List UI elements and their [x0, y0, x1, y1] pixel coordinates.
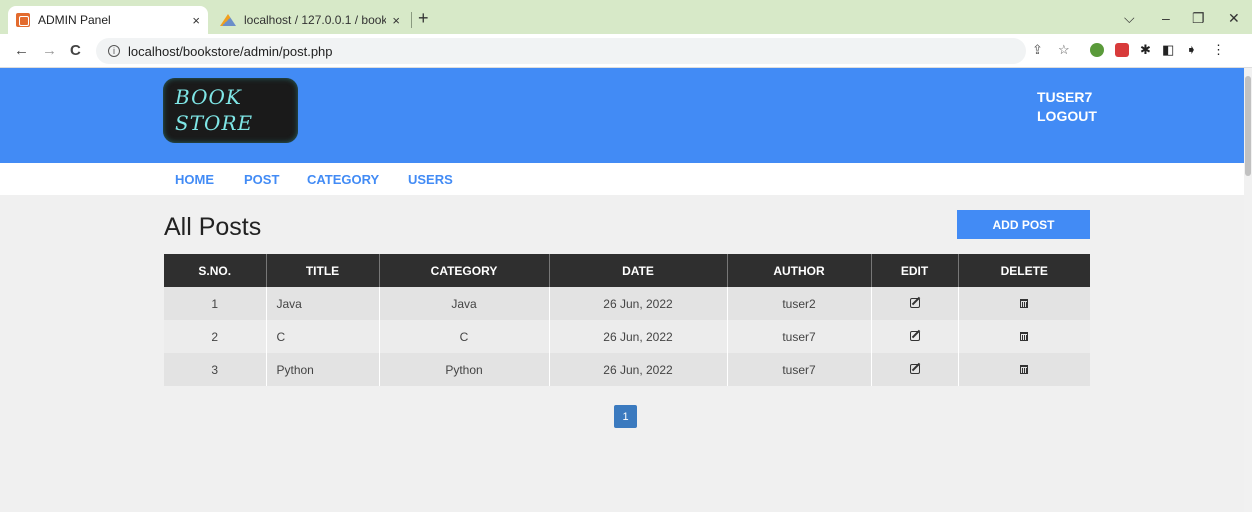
user-menu: TUSER7 LOGOUT	[1037, 88, 1097, 126]
table-row: 1 Java Java 26 Jun, 2022 tuser2	[164, 287, 1090, 320]
cell-sno: 3	[164, 353, 267, 386]
logo-line-2: STORE	[175, 111, 254, 135]
reload-button[interactable]: C	[70, 42, 81, 59]
table-row: 2 C C 26 Jun, 2022 tuser7	[164, 320, 1090, 353]
tab-divider	[411, 12, 412, 28]
phpmyadmin-favicon-icon	[220, 14, 236, 26]
extension-shield-icon[interactable]	[1115, 43, 1129, 57]
page-title: All Posts	[164, 213, 262, 241]
menu-kebab-icon[interactable]: ⋮	[1212, 42, 1225, 58]
cell-edit	[871, 320, 959, 353]
scrollbar-thumb[interactable]	[1245, 76, 1251, 176]
edit-icon[interactable]	[909, 297, 920, 308]
cell-delete	[958, 287, 1090, 320]
trash-icon[interactable]	[1020, 331, 1029, 341]
cell-category: C	[379, 320, 550, 353]
column-header-author: AUTHOR	[727, 254, 872, 287]
browser-tab-bar: ADMIN Panel × localhost / 127.0.0.1 / bo…	[0, 0, 1252, 34]
bookmark-star-icon[interactable]: ☆	[1058, 42, 1070, 58]
menu-item-post[interactable]: POST	[244, 172, 279, 187]
trash-icon[interactable]	[1020, 364, 1029, 374]
tab-close-icon[interactable]: ×	[392, 13, 400, 28]
add-post-button[interactable]: ADD POST	[957, 210, 1090, 239]
share-icon[interactable]: ⇪	[1032, 42, 1043, 58]
cell-sno: 1	[164, 287, 267, 320]
address-bar: ← → C i localhost/bookstore/admin/post.p…	[0, 34, 1252, 68]
cell-author: tuser2	[727, 287, 872, 320]
cell-title: Java	[266, 287, 380, 320]
extensions-puzzle-icon[interactable]: ✱	[1140, 42, 1151, 58]
cell-category: Python	[379, 353, 550, 386]
column-header-title: TITLE	[266, 254, 380, 287]
menu-item-home[interactable]: HOME	[175, 172, 214, 187]
logout-link[interactable]: LOGOUT	[1037, 107, 1097, 126]
menu-item-users[interactable]: USERS	[408, 172, 453, 187]
cell-delete	[958, 320, 1090, 353]
posts-table: S.NO. TITLE CATEGORY DATE AUTHOR EDIT DE…	[164, 254, 1090, 386]
table-header-row: S.NO. TITLE CATEGORY DATE AUTHOR EDIT DE…	[164, 254, 1090, 287]
maximize-button[interactable]: ❐	[1192, 10, 1205, 27]
main-menu: HOME POST CATEGORY USERS	[0, 163, 1244, 195]
pagination-page-1[interactable]: 1	[614, 405, 637, 428]
edit-icon[interactable]	[909, 330, 920, 341]
username-link[interactable]: TUSER7	[1037, 88, 1097, 107]
site-header: BOOK STORE TUSER7 LOGOUT	[0, 68, 1244, 163]
cell-title: Python	[266, 353, 380, 386]
column-header-delete: DELETE	[958, 254, 1090, 287]
cell-edit	[871, 353, 959, 386]
minimize-button[interactable]: –	[1162, 10, 1170, 26]
table-row: 3 Python Python 26 Jun, 2022 tuser7	[164, 353, 1090, 386]
cell-title: C	[266, 320, 380, 353]
cell-author: tuser7	[727, 353, 872, 386]
media-icon[interactable]: ➧	[1186, 42, 1197, 58]
column-header-category: CATEGORY	[379, 254, 550, 287]
close-window-button[interactable]: ✕	[1228, 10, 1240, 27]
tab-title: ADMIN Panel	[38, 13, 111, 27]
tab-phpmyadmin[interactable]: localhost / 127.0.0.1 / bookstore ×	[212, 6, 408, 34]
new-tab-button[interactable]: +	[418, 9, 429, 27]
column-header-date: DATE	[549, 254, 728, 287]
cell-date: 26 Jun, 2022	[549, 320, 728, 353]
edit-icon[interactable]	[909, 363, 920, 374]
cell-date: 26 Jun, 2022	[549, 287, 728, 320]
tab-search-icon[interactable]: ⌵	[1124, 10, 1135, 27]
url-text: localhost/bookstore/admin/post.php	[128, 43, 333, 59]
trash-icon[interactable]	[1020, 298, 1029, 308]
cell-author: tuser7	[727, 320, 872, 353]
cell-edit	[871, 287, 959, 320]
tab-title: localhost / 127.0.0.1 / bookstore	[244, 13, 387, 27]
url-field[interactable]: i localhost/bookstore/admin/post.php	[96, 38, 1026, 64]
tab-close-icon[interactable]: ×	[192, 13, 200, 28]
back-button[interactable]: ←	[14, 42, 29, 59]
logo-line-1: BOOK	[175, 85, 242, 109]
cell-category: Java	[379, 287, 550, 320]
cell-sno: 2	[164, 320, 267, 353]
cell-date: 26 Jun, 2022	[549, 353, 728, 386]
side-panel-icon[interactable]: ◧	[1162, 42, 1174, 58]
extension-globe-icon[interactable]	[1090, 43, 1104, 57]
admin-favicon-icon	[16, 13, 30, 27]
bookstore-logo[interactable]: BOOK STORE	[163, 78, 298, 143]
menu-item-category[interactable]: CATEGORY	[307, 172, 379, 187]
forward-button[interactable]: →	[42, 42, 57, 59]
site-info-icon[interactable]: i	[108, 45, 120, 57]
tab-admin-panel[interactable]: ADMIN Panel ×	[8, 6, 208, 34]
column-header-edit: EDIT	[871, 254, 959, 287]
cell-delete	[958, 353, 1090, 386]
column-header-sno: S.NO.	[164, 254, 267, 287]
